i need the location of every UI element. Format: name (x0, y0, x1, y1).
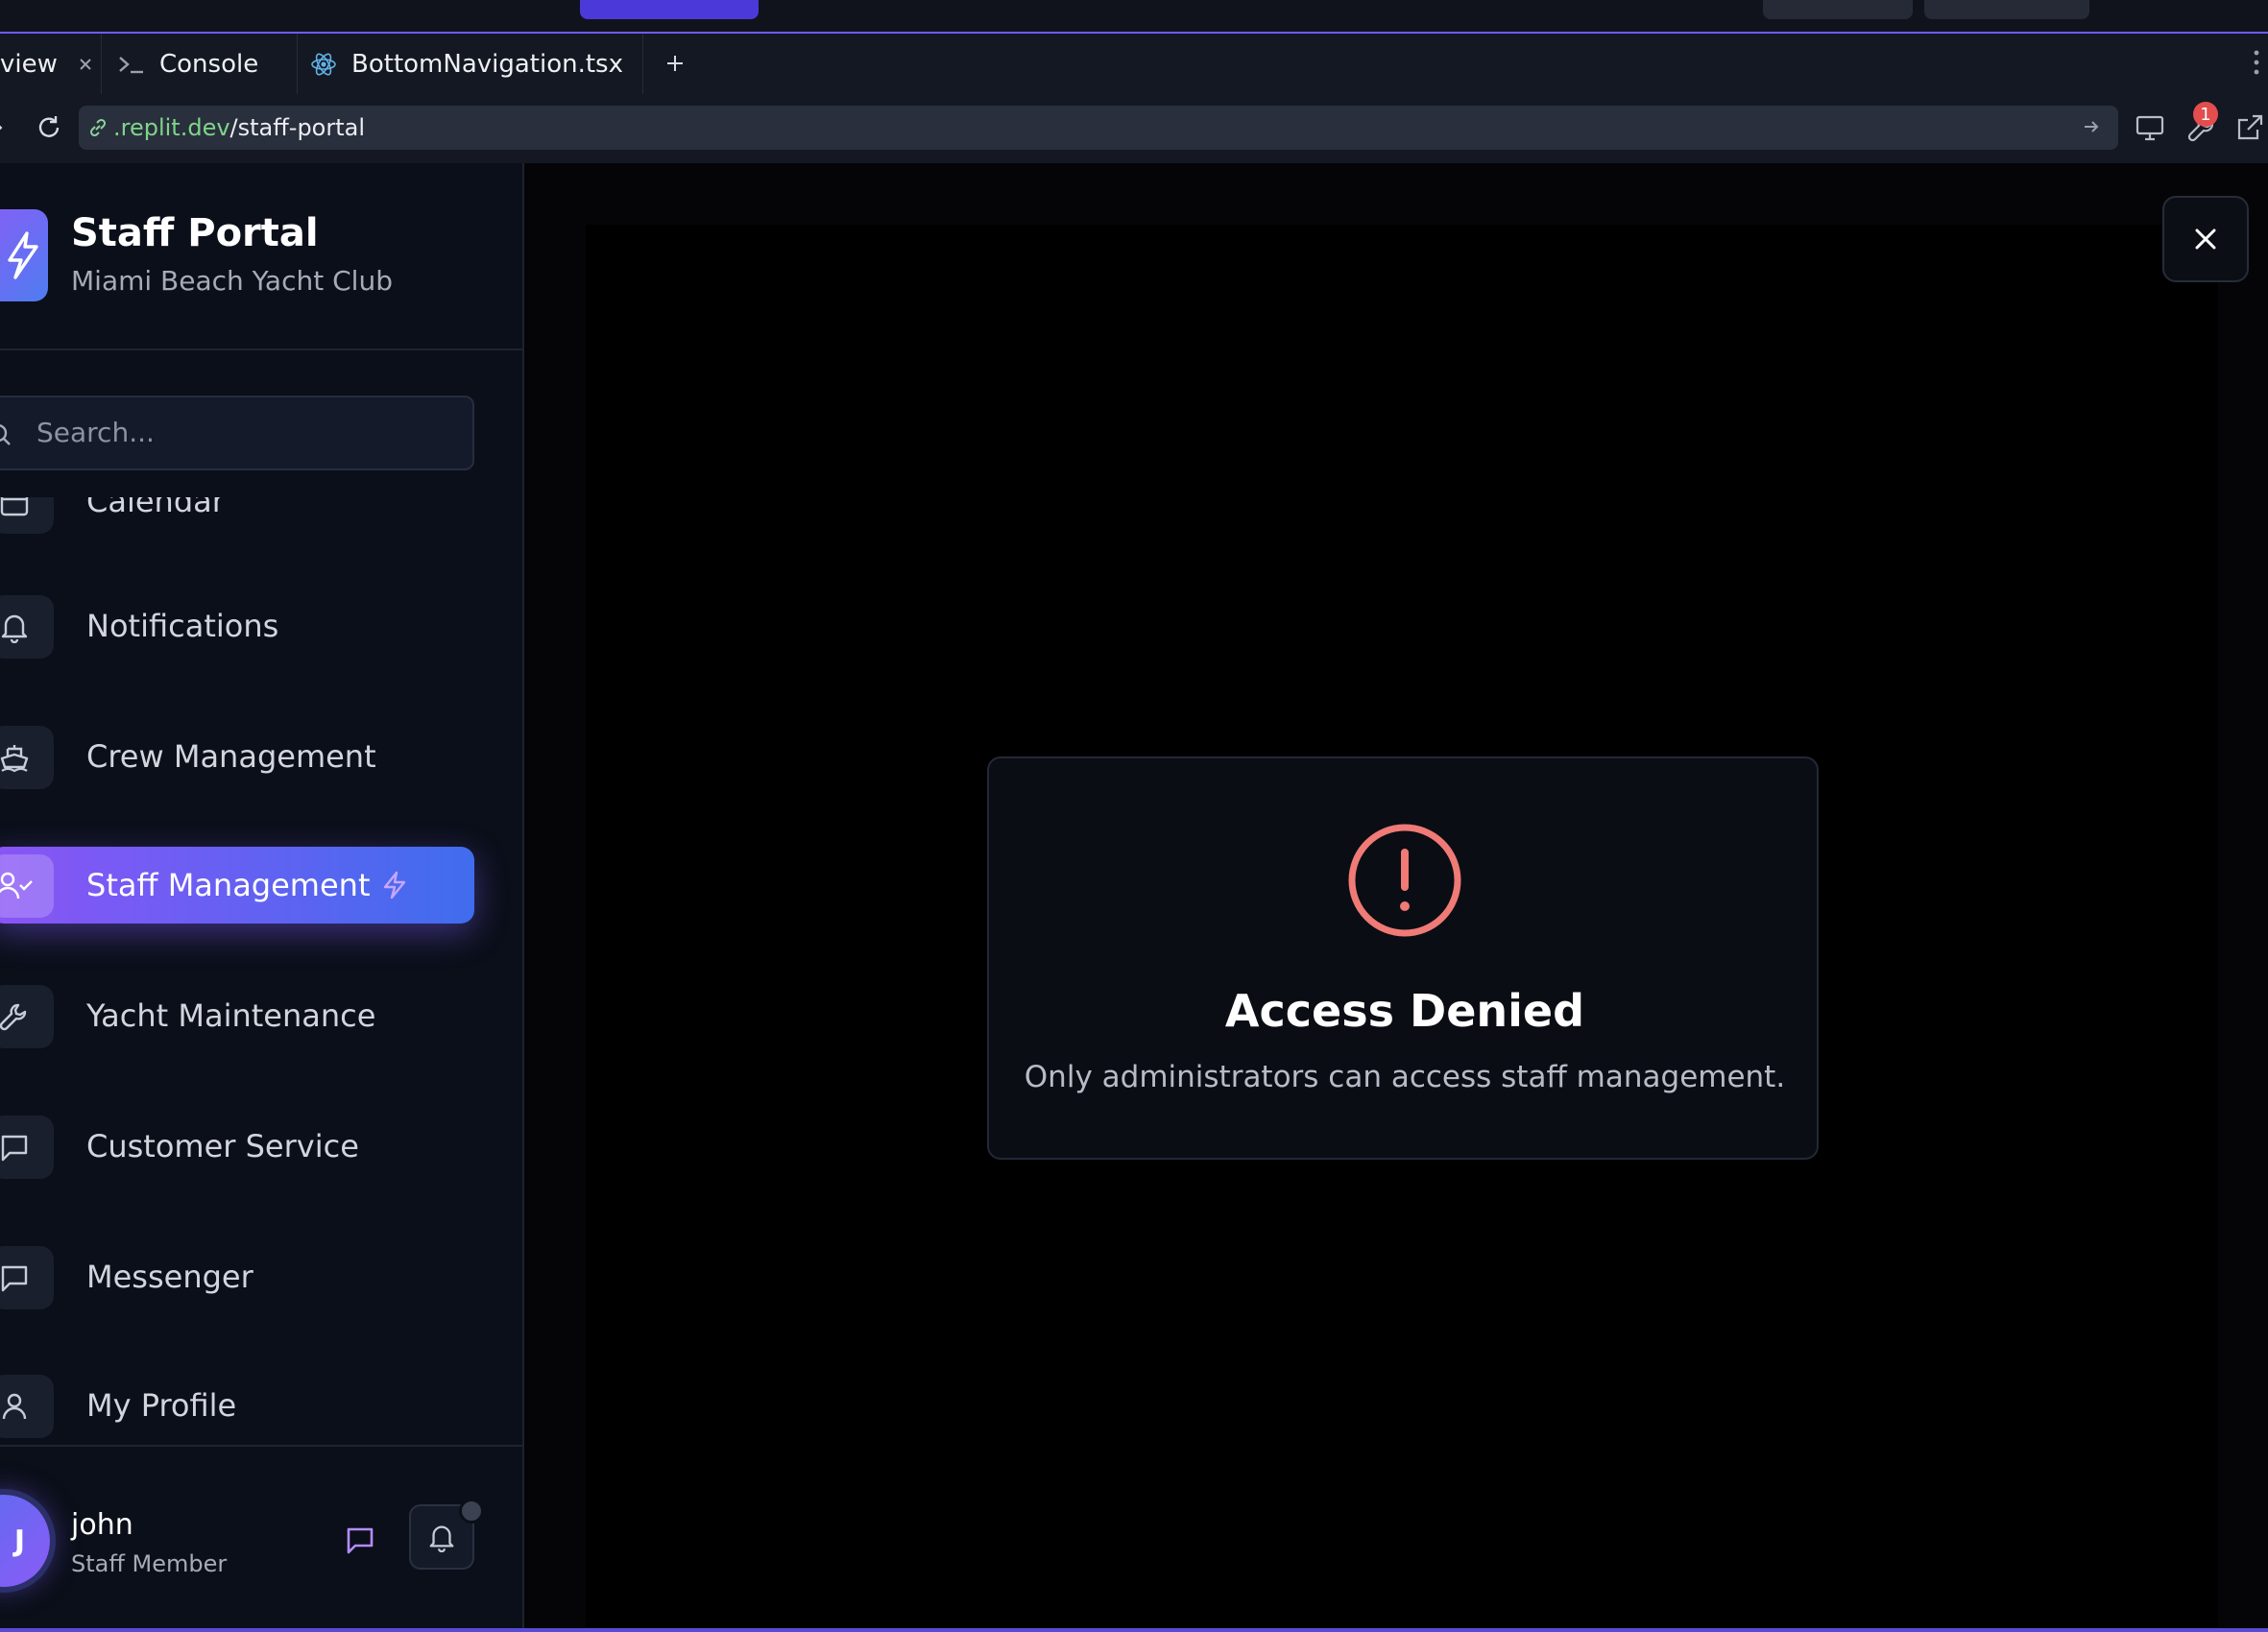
sidebar: Staff Portal Miami Beach Yacht Club Sear… (0, 163, 524, 1628)
tab-label: view (0, 49, 58, 79)
sidebar-nav: Calendar Notifications Crew Management S… (0, 497, 522, 1611)
sidebar-item-label: Messenger (86, 1259, 253, 1295)
sidebar-item-my-profile[interactable]: My Profile (0, 1367, 474, 1444)
sidebar-item-label: Calendar (86, 497, 225, 519)
go-arrow-icon[interactable] (2080, 115, 2103, 138)
calendar-icon (0, 497, 54, 534)
message-square-icon (0, 1116, 54, 1179)
close-icon (2189, 223, 2222, 255)
bell-icon (426, 1522, 457, 1552)
sidebar-item-calendar[interactable]: Calendar (0, 497, 474, 540)
url-domain: .replit.dev (113, 114, 230, 141)
sidebar-item-label: My Profile (86, 1387, 237, 1424)
forward-icon[interactable] (0, 111, 15, 144)
tab-console[interactable]: Console (102, 34, 298, 94)
reload-icon[interactable] (33, 111, 65, 144)
tab-preview[interactable]: view (0, 34, 102, 94)
sidebar-item-label: Crew Management (86, 738, 376, 775)
brand-title: Staff Portal (71, 211, 319, 255)
search-placeholder: Search... (36, 417, 155, 448)
monitor-icon[interactable] (2134, 111, 2166, 144)
tab-label: Console (159, 49, 259, 79)
more-vertical-icon[interactable] (2253, 49, 2260, 76)
wrench-icon (0, 985, 54, 1048)
bottom-accent-line (0, 1628, 2268, 1632)
sidebar-item-label: Customer Service (86, 1128, 359, 1164)
ship-icon (0, 726, 54, 789)
terminal-icon (117, 53, 146, 76)
close-button[interactable] (2162, 196, 2249, 282)
tab-label: BottomNavigation.tsx (351, 49, 623, 79)
notification-badge: 1 (2193, 102, 2218, 127)
add-tab-icon[interactable] (659, 47, 691, 80)
address-bar-row: .replit.dev/staff-portal (0, 94, 2268, 164)
user-name: john (71, 1508, 133, 1542)
sidebar-item-crew-management[interactable]: Crew Management (0, 718, 474, 795)
sidebar-item-label: Staff Management (86, 867, 371, 903)
sidebar-item-customer-service[interactable]: Customer Service (0, 1108, 474, 1185)
sidebar-item-yacht-maintenance[interactable]: Yacht Maintenance (0, 977, 474, 1054)
brand-header: Staff Portal Miami Beach Yacht Club (0, 163, 522, 350)
tab-bottom-navigation[interactable]: BottomNavigation.tsx (298, 34, 643, 94)
alert-circle-icon (1346, 822, 1463, 939)
avatar[interactable]: J (0, 1495, 50, 1587)
close-icon[interactable] (77, 56, 94, 73)
tab-bar: view Console BottomNavigation.tsx (0, 34, 2268, 95)
user-check-icon (0, 854, 54, 918)
alert-message: Only administrators can access staff man… (1024, 1060, 1786, 1094)
message-square-icon (0, 1246, 54, 1309)
workspace-pill[interactable] (580, 0, 759, 19)
sidebar-item-label: Yacht Maintenance (86, 997, 376, 1034)
sidebar-item-label: Notifications (86, 608, 279, 644)
zap-icon (380, 870, 409, 900)
user-role: Staff Member (71, 1550, 228, 1577)
user-icon (0, 1375, 54, 1438)
react-icon (309, 50, 338, 79)
brand-logo-icon (0, 209, 48, 301)
search-icon (0, 422, 13, 447)
status-dot (459, 1499, 484, 1524)
main-content: Access Denied Only administrators can ac… (524, 163, 2268, 1628)
sidebar-item-staff-management[interactable]: Staff Management (0, 847, 474, 924)
sidebar-item-notifications[interactable]: Notifications (0, 588, 474, 664)
access-denied-card: Access Denied Only administrators can ac… (987, 756, 1819, 1160)
sidebar-item-messenger[interactable]: Messenger (0, 1238, 474, 1315)
bell-icon (0, 595, 54, 659)
url-path: /staff-portal (229, 114, 366, 141)
link-icon (86, 116, 109, 139)
brand-subtitle: Miami Beach Yacht Club (71, 265, 393, 297)
message-icon[interactable] (344, 1524, 376, 1556)
top-strip-button[interactable] (1763, 0, 1913, 19)
alert-title: Access Denied (1224, 985, 1585, 1037)
top-strip-button[interactable] (1924, 0, 2089, 19)
external-link-icon[interactable] (2233, 111, 2266, 144)
search-input[interactable]: Search... (0, 396, 474, 470)
user-panel: J john Staff Member (0, 1445, 522, 1628)
system-top-strip (0, 0, 2268, 34)
url-field[interactable]: .replit.dev/staff-portal (79, 106, 2118, 150)
